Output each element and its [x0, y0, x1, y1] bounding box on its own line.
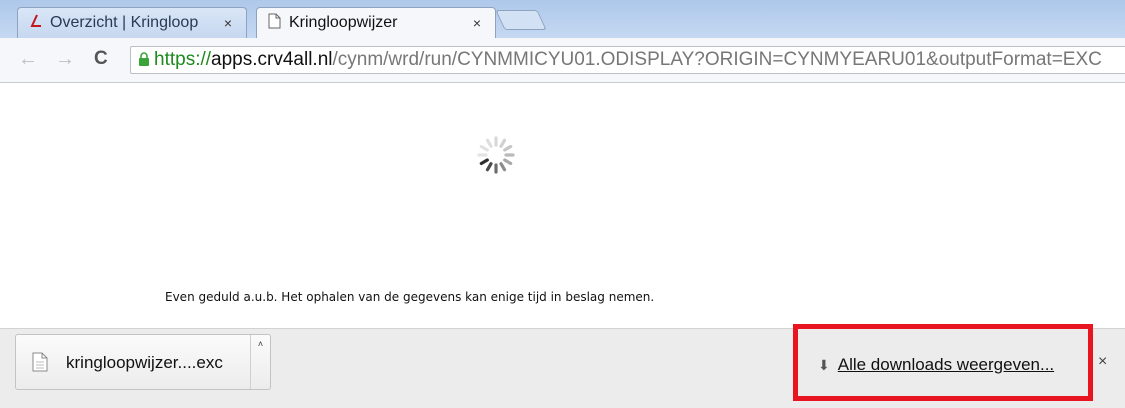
download-filename: kringloopwijzer....exc: [66, 353, 223, 372]
show-all-downloads-link[interactable]: ⬇ Alle downloads weergeven...: [818, 355, 1054, 375]
tab-overzicht[interactable]: Overzicht | Kringloop ×: [17, 7, 247, 38]
download-item[interactable]: kringloopwijzer....exc ˄: [15, 334, 271, 390]
red-logo-icon: [26, 14, 44, 33]
file-icon: [32, 352, 48, 377]
forward-arrow-icon[interactable]: →: [55, 48, 75, 70]
tab-title: Kringloopwijzer: [289, 14, 398, 31]
url-path: /cynm/wrd/run/CYNMMICYU01.ODISPLAY?ORIGI…: [332, 49, 1102, 70]
tab-close-icon[interactable]: ×: [218, 15, 238, 31]
loading-spinner-icon: [474, 133, 518, 182]
page-icon: [265, 13, 283, 34]
tab-strip: Overzicht | Kringloop × Kringloopwijzer …: [0, 0, 1125, 38]
download-bar: kringloopwijzer....exc ˄ ⬇ Alle download…: [0, 328, 1125, 408]
reload-icon[interactable]: C: [94, 48, 108, 70]
close-icon[interactable]: ×: [1098, 353, 1107, 371]
download-menu-button[interactable]: ˄: [250, 335, 270, 389]
new-tab-button[interactable]: [495, 10, 547, 30]
back-arrow-icon[interactable]: ←: [18, 48, 38, 70]
loading-message: Even geduld a.u.b. Het ophalen van de ge…: [165, 290, 655, 304]
address-bar[interactable]: https://apps.crv4all.nl/cynm/wrd/run/CYN…: [130, 46, 1125, 74]
show-all-downloads-label[interactable]: Alle downloads weergeven...: [838, 355, 1054, 375]
url-scheme: https://: [154, 49, 212, 70]
tab-close-icon[interactable]: ×: [467, 15, 487, 31]
lock-icon: [138, 51, 150, 69]
browser-toolbar: ← → C https://apps.crv4all.nl/cynm/wrd/r…: [0, 38, 1125, 83]
tab-title: Overzicht | Kringloop: [50, 14, 199, 31]
tab-kringloopwijzer[interactable]: Kringloopwijzer ×: [256, 7, 496, 38]
url-domain: apps.crv4all.nl: [211, 49, 333, 70]
page-content: Even geduld a.u.b. Het ophalen van de ge…: [0, 83, 1125, 328]
download-arrow-icon: ⬇: [818, 356, 830, 373]
